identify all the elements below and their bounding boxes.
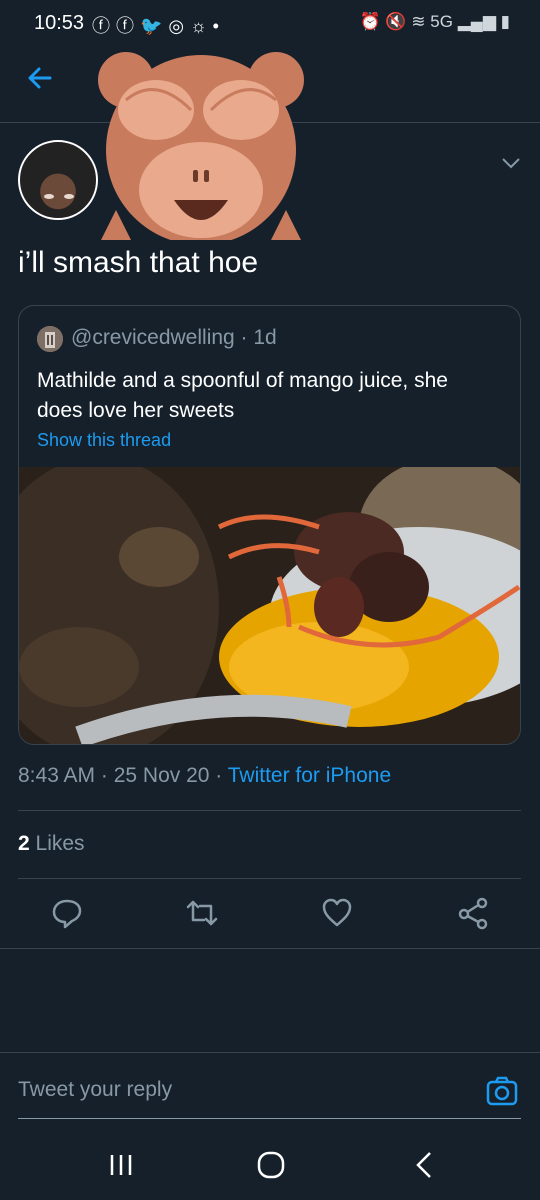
avatar-eye (44, 194, 54, 199)
avatar-eye (64, 194, 74, 199)
status-right-icons: ⏰ 🔇 ≋ 5G ▂▄▆ ▮ (359, 12, 510, 32)
camera-icon (486, 1076, 518, 1106)
home-icon[interactable] (256, 1150, 286, 1180)
heart-icon (322, 898, 352, 927)
back-button[interactable] (24, 62, 64, 102)
facebook-icon: ⓕ (92, 16, 116, 36)
wifi-icon: ≋ (411, 12, 426, 31)
network-label: 5G (430, 12, 453, 31)
retweet-button[interactable] (185, 896, 225, 932)
meta-divider (18, 810, 521, 811)
back-nav-icon[interactable] (412, 1150, 436, 1180)
camera-button[interactable] (486, 1076, 518, 1106)
share-icon (458, 897, 488, 930)
notification-icons: ⓕⓕ🐦◎☼• (92, 12, 225, 38)
system-nav-bar (0, 1140, 540, 1200)
like-button[interactable] (320, 896, 360, 932)
twitter-icon: 🐦 (140, 16, 169, 36)
share-button[interactable] (456, 896, 496, 932)
likes-count: 2 (18, 832, 30, 855)
tweet-source-link[interactable]: Twitter for iPhone (228, 764, 391, 787)
avatar[interactable] (18, 140, 98, 220)
quoted-media-image[interactable] (19, 467, 521, 745)
alarm-icon: ⏰ (359, 12, 381, 31)
tweet-meta: 8:43 AM · 25 Nov 20 · Twitter for iPhone (18, 764, 391, 788)
actions-divider (0, 948, 540, 949)
tweet-timestamp: 8:43 AM · 25 Nov 20 · (18, 764, 228, 787)
chevron-down-icon (502, 158, 520, 169)
reply-icon (52, 899, 82, 929)
show-thread-link[interactable]: Show this thread (37, 430, 171, 451)
retweet-icon (186, 900, 218, 926)
signal-icon: ▂▄▆ (457, 12, 496, 31)
reply-bar-top-divider (0, 1052, 540, 1053)
reply-input[interactable]: Tweet your reply (18, 1078, 172, 1102)
see-no-evil-monkey-icon (98, 52, 304, 240)
likes-link[interactable]: 2 Likes (18, 832, 85, 856)
likes-label: Likes (35, 832, 85, 855)
battery-icon: ▮ (500, 12, 510, 31)
reply-underline (18, 1118, 521, 1119)
status-time: 10:53 (34, 12, 85, 34)
avatar-image (37, 326, 63, 352)
quoted-tweet[interactable]: @crevicedwelling · 1d Mathilde and a spo… (18, 305, 521, 745)
instagram-icon: ◎ (168, 16, 191, 36)
facebook-icon: ⓕ (116, 16, 140, 36)
dot-icon: • (212, 16, 225, 36)
recent-apps-icon[interactable] (108, 1152, 134, 1178)
tweet-text: i’ll smash that hoe (18, 246, 259, 279)
likes-divider (18, 878, 521, 879)
weather-icon: ☼ (190, 16, 213, 36)
quoted-avatar[interactable] (37, 326, 63, 352)
arrow-left-icon (28, 67, 52, 89)
quoted-handle[interactable]: @crevicedwelling · 1d (71, 326, 277, 350)
reply-button[interactable] (50, 896, 90, 932)
mute-icon: 🔇 (385, 12, 407, 31)
quoted-text: Mathilde and a spoonful of mango juice, … (37, 369, 448, 422)
more-options-button[interactable] (500, 150, 522, 176)
